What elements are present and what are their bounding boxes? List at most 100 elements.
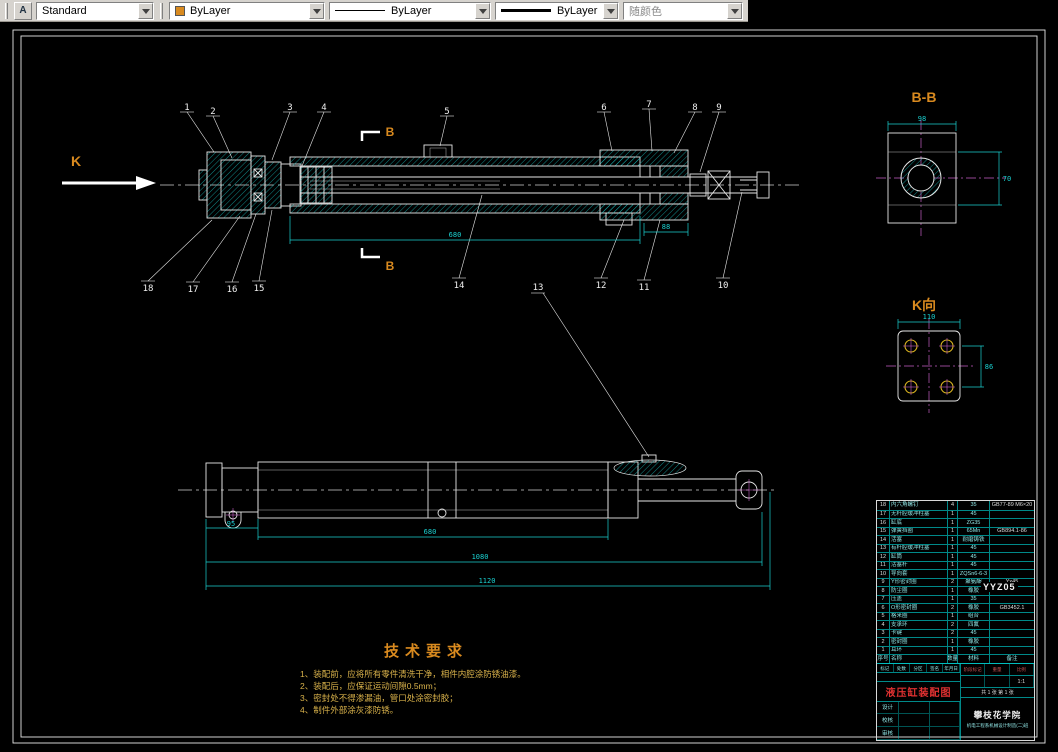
toolbar-grip[interactable] [5, 2, 8, 19]
bom-cell-mat: ZG35 [958, 519, 990, 527]
dimension-text: 88 [662, 223, 670, 231]
bom-header-qty: 数量 [948, 655, 958, 663]
drawing-code: YYZ05 [981, 582, 1018, 592]
stage-labels-row: 阶段标记 重量 比例 [961, 664, 1034, 676]
chevron-down-icon[interactable] [603, 2, 618, 19]
bom-cell-qty: 2 [948, 604, 958, 612]
dimension-text: 95 [227, 520, 235, 528]
bom-cell-mat: 四氟 [958, 621, 990, 629]
bom-cell-no: 14 [877, 536, 890, 544]
bom-cell-name: 导向套 [890, 570, 948, 578]
lineweight-combobox-value: ByLayer [557, 4, 598, 17]
callout: 10 [718, 281, 729, 291]
lineweight-sample-icon [501, 9, 551, 12]
sign-date [930, 701, 960, 714]
bom-cell-name: Y形密封圈 [890, 578, 948, 586]
bom-cell-note: GB894.1-86 [997, 528, 1027, 535]
dimension-text: 1120 [479, 577, 496, 585]
organization-cell: 攀枝花学院 机电工程系机械设计制造(二)班 [961, 698, 1034, 740]
callout: 14 [454, 281, 465, 291]
bom-cell-mat: 橡胶 [958, 604, 990, 612]
k-view-title: K向 [912, 297, 936, 313]
sheet-count: 共 1 张 第 1 张 [961, 688, 1034, 698]
callout: 1 [184, 103, 189, 113]
bom-row: 1 耳环 1 45 [877, 645, 1034, 655]
bom-cell-no: 6 [877, 604, 890, 612]
chevron-down-icon[interactable] [138, 2, 153, 19]
dimension-text: 98 [918, 115, 926, 123]
text-style-glyph: A [19, 5, 27, 16]
bom-row: 16 缸底 1 ZG35 [877, 518, 1034, 527]
callout: 16 [227, 285, 238, 295]
sign-row: 设计 [877, 701, 960, 715]
section-b-lower-label: B [386, 259, 395, 273]
bom-cell-mat: 45 [958, 553, 990, 561]
bom-cell-note [990, 647, 1034, 655]
dimension-text: 110 [923, 313, 936, 321]
callout: 13 [533, 283, 544, 293]
technical-requirements: 技术要求 1、装配前，应将所有零件清洗干净，相件内腔涂防锈油漆。 2、装配后，应… [290, 640, 562, 716]
bom-cell-qty: 1 [948, 561, 958, 569]
toolbar-grip[interactable] [160, 2, 163, 19]
section-marks: B B [360, 125, 395, 273]
bom-cell-note [990, 545, 1034, 553]
bom-cell-qty: 1 [948, 570, 958, 578]
callout: 17 [188, 285, 199, 295]
dimension-text: 1080 [472, 553, 489, 561]
callout: 11 [639, 283, 650, 293]
bom-cell-no: 7 [877, 595, 890, 603]
sign-label: 设计 [877, 701, 899, 714]
sign-label: 校核 [877, 714, 899, 727]
linetype-combobox[interactable]: ByLayer [329, 1, 491, 20]
callout: 18 [143, 284, 154, 294]
bom-cell-no: 4 [877, 621, 890, 629]
bom-cell-qty: 4 [948, 501, 958, 510]
bom-row: 13 有杆腔缓冲柱塞 1 45 [877, 543, 1034, 553]
sign-date [930, 714, 960, 727]
bom-cell-mat: 45 [958, 646, 990, 654]
plotstyle-combobox[interactable]: 随颜色 [623, 1, 743, 20]
bom-row: 15 弹簧挡圈 1 65Mn GB894.1-86 [877, 526, 1034, 535]
bom-cell-no: 1 [877, 646, 890, 654]
chevron-down-icon[interactable] [309, 2, 324, 19]
bom-cell-mat: 橡胶 [958, 638, 990, 646]
chevron-down-icon[interactable] [727, 2, 742, 19]
bom-cell-no: 15 [877, 527, 890, 535]
bom-cell-mat: ZQSn6-6-3 [958, 570, 990, 578]
bom-row: 5 格来圈 1 组合 [877, 611, 1034, 620]
chevron-down-icon[interactable] [475, 2, 490, 19]
school-name: 攀枝花学院 [973, 710, 1022, 720]
bb-section-view: B-B 98 70 [876, 89, 1011, 236]
bom-cell-no: 13 [877, 544, 890, 552]
bom-cell-note [990, 630, 1034, 638]
bb-view-title: B-B [912, 89, 937, 105]
bom-cell-mat: 45 [958, 561, 990, 569]
sign-value [899, 727, 930, 740]
stage-value [961, 676, 986, 687]
tech-req-item: 2、装配后，应保证运动间隙0.5mm； [300, 681, 442, 691]
stage-values-row: 1:1 [961, 676, 1034, 688]
drawing-title: 液压缸装配图 [877, 682, 960, 702]
title-block: 18 内六角螺钉 4 35 GB77-89 M6×20 17 无杆腔缓冲柱塞 1 45 16 缸底 1… [876, 500, 1035, 741]
bom-cell-note [990, 638, 1034, 646]
bom-table: 18 内六角螺钉 4 35 GB77-89 M6×20 17 无杆腔缓冲柱塞 1 45 16 缸底 1… [877, 501, 1034, 654]
stage-label: 阶段标记 [961, 664, 986, 675]
callout: 5 [444, 107, 449, 117]
sign-date [930, 727, 960, 740]
autocad-window: { "toolbar": { "style_icon_glyph": "A", … [0, 0, 1058, 752]
text-style-icon[interactable]: A [14, 1, 32, 20]
color-combobox-value: ByLayer [190, 4, 231, 17]
color-combobox[interactable]: ByLayer [169, 1, 325, 20]
tech-req-item: 3、密封处不得渗漏油，管口处涂密封胶； [300, 693, 458, 703]
bom-cell-no: 11 [877, 561, 890, 569]
bom-cell-note: GB3452.1 [999, 604, 1025, 611]
bom-cell-note [990, 570, 1034, 578]
tech-req-item: 1、装配前，应将所有零件清洗干净，相件内腔涂防锈油漆。 [300, 669, 526, 679]
scale-label: 比例 [1010, 664, 1034, 675]
plotstyle-combobox-value: 随颜色 [629, 5, 662, 18]
mark-label: 签名 [927, 664, 944, 672]
bom-cell-name: 格来圈 [890, 612, 948, 620]
lineweight-combobox[interactable]: ByLayer [495, 1, 619, 20]
style-combobox[interactable]: Standard [36, 1, 154, 20]
bom-row: 18 内六角螺钉 4 35 GB77-89 M6×20 [877, 501, 1034, 510]
